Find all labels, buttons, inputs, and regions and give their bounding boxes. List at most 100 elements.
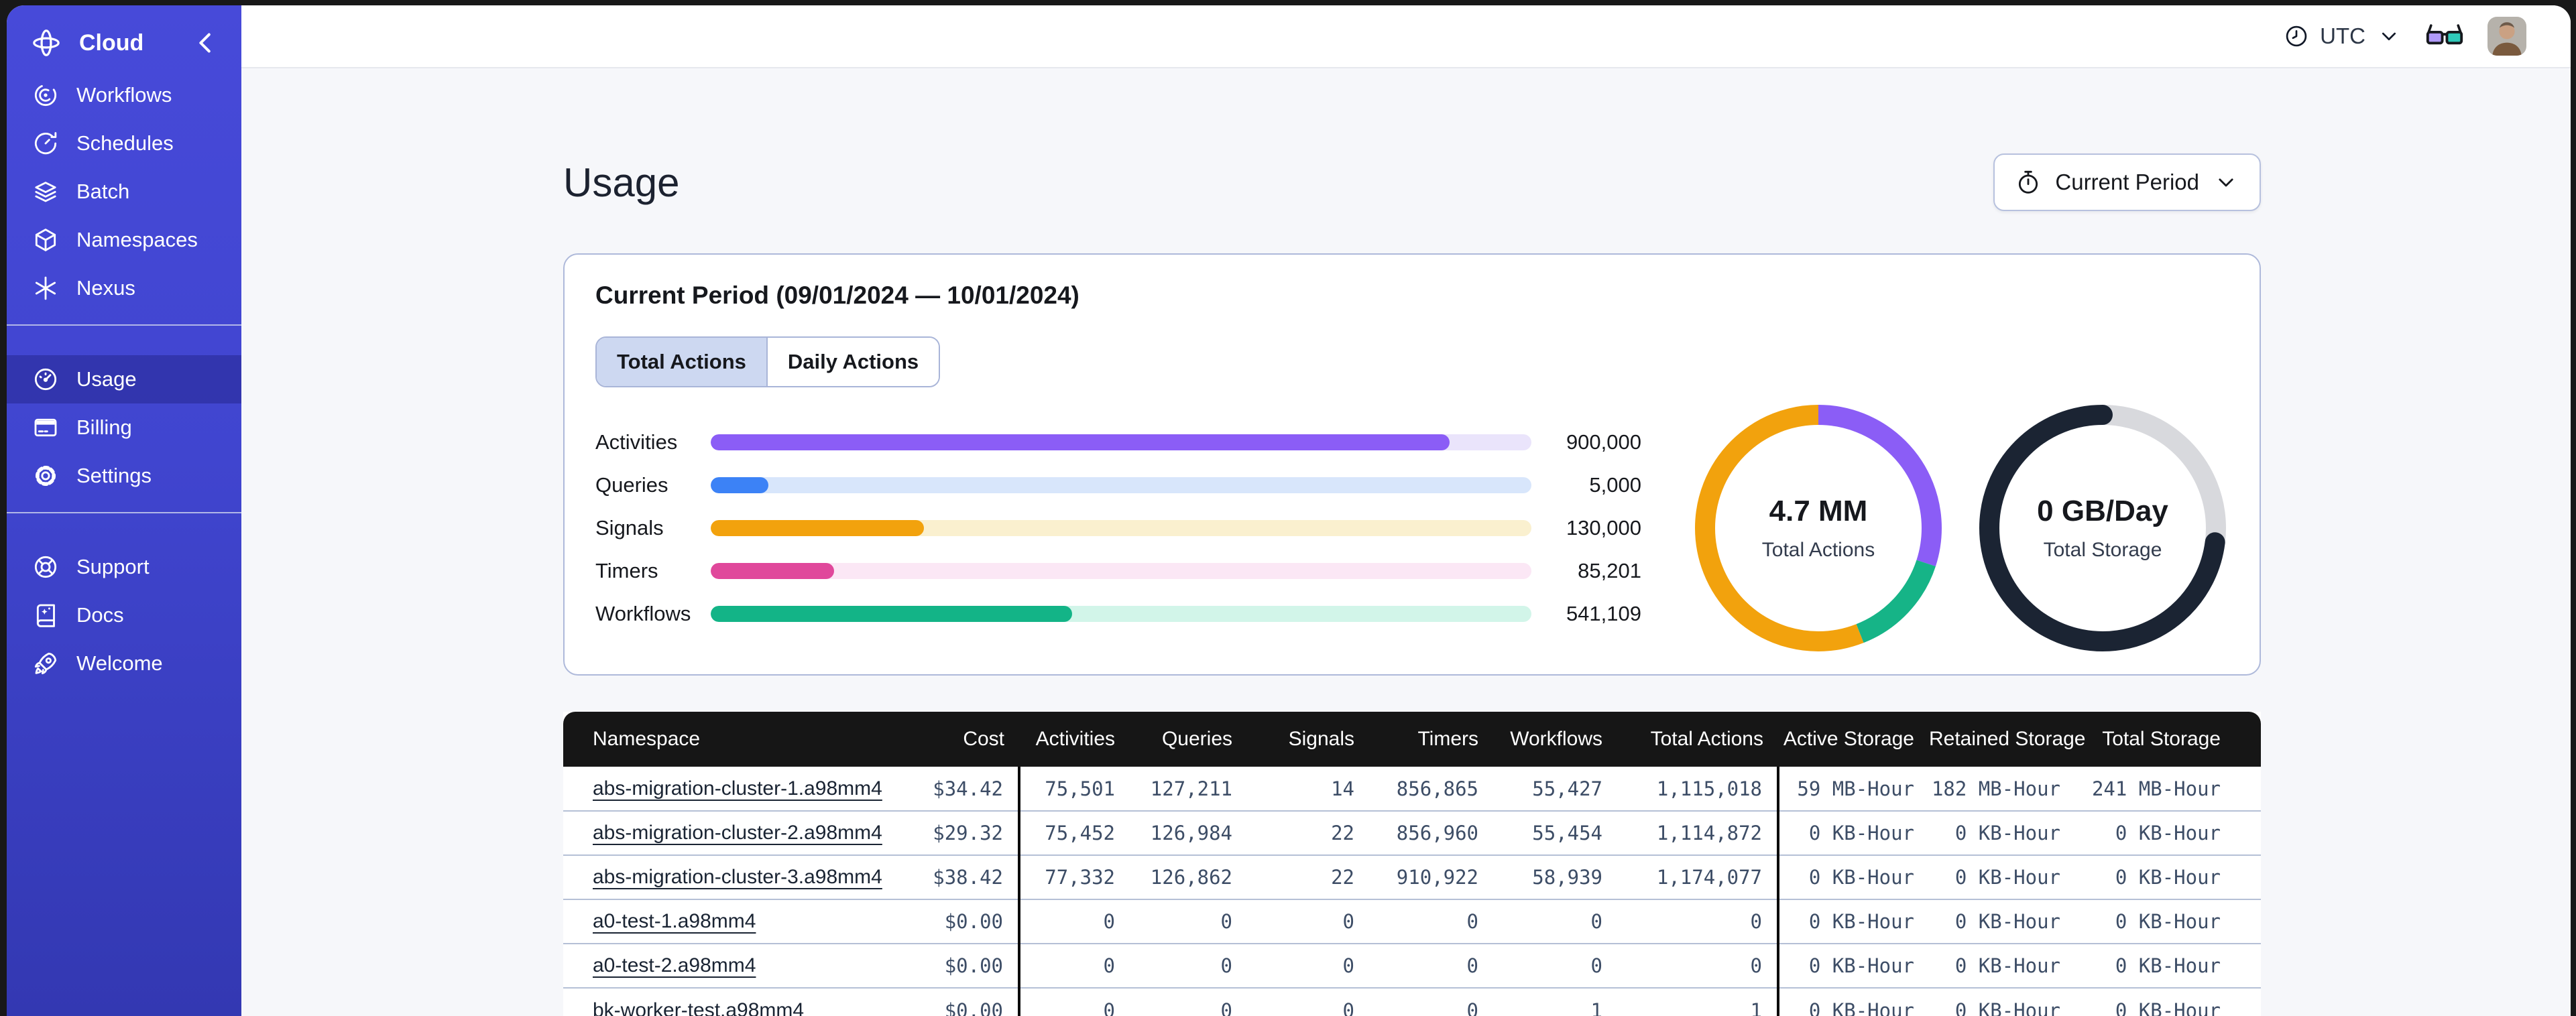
table-cell: 0 KB-Hour	[1929, 810, 2075, 855]
table-cell: 0	[1617, 943, 1778, 988]
workflows-icon	[32, 82, 59, 109]
bar-value: 130,000	[1566, 516, 1641, 539]
bar-label: Signals	[595, 516, 664, 539]
tab-total-actions[interactable]: Total Actions	[597, 338, 766, 386]
tab-daily-actions[interactable]: Daily Actions	[766, 338, 939, 386]
column-header-cost: Cost	[898, 712, 1019, 767]
table-cell: 856,960	[1369, 810, 1493, 855]
timezone-selector[interactable]: UTC	[2284, 23, 2402, 49]
table-cell: $34.42	[898, 767, 1019, 811]
column-header-total-actions: Total Actions	[1617, 712, 1778, 767]
sidebar-item-workflows[interactable]: Workflows	[7, 71, 241, 119]
bar-fill	[711, 563, 834, 579]
table-cell: 58,939	[1493, 854, 1617, 899]
table-body: abs-migration-cluster-1.a98mm4 $34.42 75,5…	[563, 767, 2261, 1016]
table-cell: 1,114,872	[1617, 810, 1778, 855]
table-row: a0-test-2.a98mm4 $0.00 0 0 0 0 0 0 0 KB-Hour 0 KB…	[563, 943, 2261, 988]
sidebar-item-schedules[interactable]: Schedules	[7, 119, 241, 168]
table-row: abs-migration-cluster-2.a98mm4 $29.32 75,4…	[563, 810, 2261, 855]
sidebar-divider	[7, 512, 241, 513]
table-cell: 0	[1369, 987, 1493, 1016]
table-header-row: Namespace Cost Activities Queries Signals Tim…	[563, 712, 2261, 767]
table-cell: $0.00	[898, 943, 1019, 988]
sidebar-item-support[interactable]: Support	[7, 543, 241, 591]
topbar: UTC	[241, 5, 2571, 68]
table-cell: 0	[1018, 899, 1130, 944]
bar-row-workflows: Workflows 541,109	[595, 592, 1641, 635]
sidebar-header-label: Cloud	[79, 29, 144, 56]
table-cell: 0 KB-Hour	[1777, 810, 1929, 855]
period-selector-label: Current Period	[2055, 170, 2199, 194]
table-cell: 0 KB-Hour	[1777, 943, 1929, 988]
docs-icon	[32, 602, 59, 629]
table-cell: 0	[1247, 899, 1369, 944]
table-cell: 0 KB-Hour	[1929, 987, 2075, 1016]
sidebar-item-label: Usage	[76, 367, 137, 391]
feedback-glasses-button[interactable]	[2426, 21, 2463, 51]
bar-label: Queries	[595, 473, 668, 497]
sidebar-item-namespaces[interactable]: Namespaces	[7, 216, 241, 264]
bar-row-activities: Activities 900,000	[595, 421, 1641, 464]
table-cell: 0 KB-Hour	[2075, 987, 2261, 1016]
billing-icon	[32, 414, 59, 441]
sidebar-item-label: Billing	[76, 416, 132, 439]
bar-track	[711, 477, 1531, 493]
sidebar-item-nexus[interactable]: Nexus	[7, 264, 241, 312]
bar-row-timers: Timers 85,201	[595, 550, 1641, 592]
namespace-link[interactable]: abs-migration-cluster-3.a98mm4	[593, 866, 882, 888]
table-cell: 127,211	[1130, 767, 1247, 811]
page-title: Usage	[563, 160, 680, 205]
table-cell: 55,427	[1493, 767, 1617, 811]
sidebar-item-docs[interactable]: Docs	[7, 591, 241, 639]
sidebar-item-label: Docs	[76, 603, 124, 627]
column-header-activities: Activities	[1019, 712, 1130, 767]
table-cell: 59 MB-Hour	[1777, 767, 1929, 811]
donut-label: Total Actions	[1761, 539, 1875, 561]
usage-summary-card: Current Period (09/01/2024 — 10/01/2024)…	[563, 253, 2261, 676]
namespace-link[interactable]: a0-test-2.a98mm4	[593, 954, 756, 976]
actions-tabs: Total Actions Daily Actions	[595, 336, 941, 387]
period-selector-button[interactable]: Current Period	[1993, 153, 2261, 211]
sidebar-item-label: Settings	[76, 464, 152, 487]
table-cell: 1,174,077	[1617, 854, 1778, 899]
sidebar-collapse-button[interactable]	[190, 27, 221, 58]
column-header-signals: Signals	[1247, 712, 1369, 767]
bar-fill	[711, 477, 768, 493]
table-cell: 0 KB-Hour	[2075, 854, 2261, 899]
sidebar-item-billing[interactable]: Billing	[7, 403, 241, 452]
table-cell: 0	[1130, 943, 1247, 988]
glasses-icon	[2426, 21, 2463, 51]
sidebar-header: Cloud	[7, 15, 241, 71]
table-cell: 910,922	[1369, 854, 1493, 899]
table-cell: 0	[1369, 943, 1493, 988]
chevron-down-icon	[2213, 169, 2239, 196]
donut-value: 4.7 MM	[1769, 495, 1868, 527]
sidebar-item-settings[interactable]: Settings	[7, 452, 241, 500]
namespace-link[interactable]: abs-migration-cluster-1.a98mm4	[593, 777, 882, 800]
table-cell: 1	[1617, 987, 1778, 1016]
table-cell: 182 MB-Hour	[1929, 767, 2075, 811]
cloud-logo-icon	[31, 27, 62, 58]
sidebar-item-usage[interactable]: Usage	[7, 355, 241, 403]
column-header-workflows: Workflows	[1493, 712, 1617, 767]
bar-label: Timers	[595, 559, 658, 582]
sidebar-item-label: Nexus	[76, 276, 135, 300]
table-row: a0-test-1.a98mm4 $0.00 0 0 0 0 0 0 0 KB-Hour 0 KB…	[563, 899, 2261, 944]
table-cell: $0.00	[898, 987, 1019, 1016]
avatar-image	[2487, 17, 2526, 56]
table-cell: 0 KB-Hour	[1777, 987, 1929, 1016]
namespace-link[interactable]: abs-migration-cluster-2.a98mm4	[593, 822, 882, 844]
namespace-link[interactable]: bk-worker-test.a98mm4	[593, 999, 804, 1016]
account-menu[interactable]	[2487, 17, 2541, 56]
namespace-link[interactable]: a0-test-1.a98mm4	[593, 910, 756, 932]
sidebar-item-welcome[interactable]: Welcome	[7, 639, 241, 688]
sidebar-nav: Workflows Schedules Batch Namespaces Nexus Us…	[7, 71, 241, 688]
namespaces-icon	[32, 227, 59, 253]
bar-track	[711, 520, 1531, 536]
column-header-queries: Queries	[1130, 712, 1247, 767]
table-cell: 0 KB-Hour	[1777, 854, 1929, 899]
namespace-usage-table: Namespace Cost Activities Queries Signals Tim…	[563, 712, 2261, 1016]
sidebar-item-batch[interactable]: Batch	[7, 168, 241, 216]
table-cell: 0	[1018, 987, 1130, 1016]
bar-label: Activities	[595, 430, 678, 454]
